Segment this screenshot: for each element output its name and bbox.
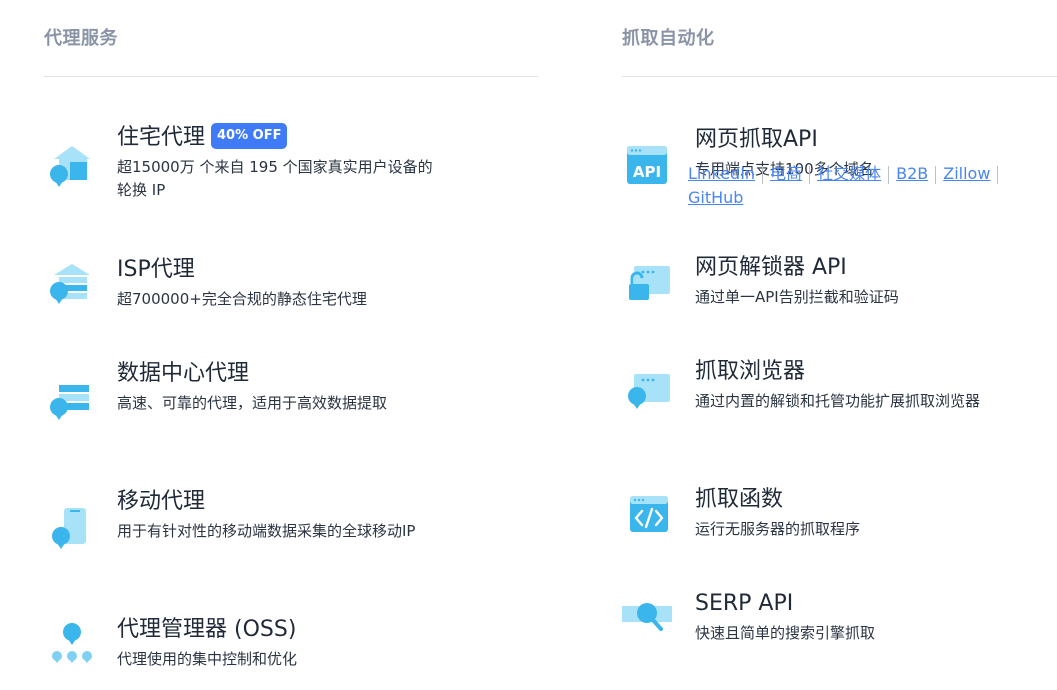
- item-description: 超700000+完全合规的静态住宅代理: [117, 290, 367, 308]
- link-separator: [809, 165, 811, 184]
- scraping-browser-icon: [628, 374, 670, 409]
- section-divider: [622, 76, 1057, 77]
- item-text: 网页解锁器 API 通过单一API告别拦截和验证码: [695, 254, 1035, 309]
- isp-proxy-icon: [50, 264, 90, 304]
- item-description: 通过单一API告别拦截和验证码: [695, 288, 899, 306]
- item-title: 抓取浏览器: [695, 359, 806, 384]
- item-title: 住宅代理: [117, 125, 206, 150]
- item-description: 运行无服务器的抓取程序: [695, 520, 861, 538]
- item-text: 抓取浏览器 通过内置的解锁和托管功能扩展抓取浏览器: [695, 358, 1035, 413]
- item-description: 通过内置的解锁和托管功能扩展抓取浏览器: [695, 392, 981, 410]
- item-title: 移动代理: [117, 489, 206, 514]
- item-title: 网页解锁器 API: [695, 255, 847, 280]
- item-description: 代理使用的集中控制和优化: [117, 650, 298, 668]
- link-ecommerce[interactable]: 电商: [770, 164, 802, 183]
- section-header-scraping-automation: 抓取自动化: [622, 28, 715, 49]
- link-separator: [997, 165, 999, 184]
- link-separator: [935, 165, 937, 184]
- link-separator: [762, 165, 764, 184]
- discount-badge: 40% OFF: [211, 123, 288, 149]
- item-text: 住宅代理 40% OFF 超15000万 个来自 195 个国家真实用户设备的轮换…: [117, 123, 437, 202]
- item-title: 数据中心代理: [117, 361, 250, 386]
- residential-proxy-icon: [50, 146, 90, 187]
- item-description: 快速且简单的搜索引擎抓取: [695, 624, 876, 642]
- item-text: ISP代理 超700000+完全合规的静态住宅代理: [117, 256, 437, 311]
- item-text: SERP API 快速且简单的搜索引擎抓取: [695, 590, 1035, 645]
- item-description: 超15000万 个来自 195 个国家真实用户设备的轮换 IP: [117, 158, 433, 199]
- link-linkedin[interactable]: LinkedIn: [688, 164, 755, 183]
- web-unlocker-icon: [629, 266, 670, 300]
- item-text: 移动代理 用于有针对性的移动端数据采集的全球移动IP: [117, 488, 437, 543]
- item-title: SERP API: [695, 591, 794, 616]
- item-description: 高速、可靠的代理，适用于高效数据提取: [117, 394, 388, 412]
- link-zillow[interactable]: Zillow: [943, 164, 990, 183]
- api-icon-label: API: [633, 163, 661, 181]
- item-text: 抓取函数 运行无服务器的抓取程序: [695, 486, 1035, 541]
- item-title: ISP代理: [117, 257, 195, 282]
- scraper-api-sublinks: LinkedIn 电商 社交媒体 B2B Zillow GitHub: [688, 162, 1018, 210]
- link-github[interactable]: GitHub: [688, 188, 743, 207]
- scraper-functions-icon: [630, 496, 668, 532]
- item-text: 代理管理器 (OSS) 代理使用的集中控制和优化: [117, 616, 437, 671]
- section-header-proxy-services: 代理服务: [44, 28, 118, 49]
- web-scraper-api-icon: API: [627, 146, 667, 184]
- section-divider: [44, 76, 538, 77]
- link-b2b[interactable]: B2B: [896, 164, 928, 183]
- link-separator: [888, 165, 890, 184]
- item-description: 用于有针对性的移动端数据采集的全球移动IP: [117, 522, 416, 540]
- proxy-manager-icon: [52, 623, 92, 663]
- item-title: 抓取函数: [695, 487, 784, 512]
- item-title: 代理管理器 (OSS): [117, 617, 297, 642]
- mobile-proxy-icon: [52, 508, 86, 549]
- item-text: 数据中心代理 高速、可靠的代理，适用于高效数据提取: [117, 360, 437, 415]
- link-social-media[interactable]: 社交媒体: [817, 164, 881, 183]
- serp-api-icon: [622, 603, 672, 631]
- datacenter-proxy-icon: [50, 385, 89, 420]
- item-title: 网页抓取API: [695, 127, 818, 152]
